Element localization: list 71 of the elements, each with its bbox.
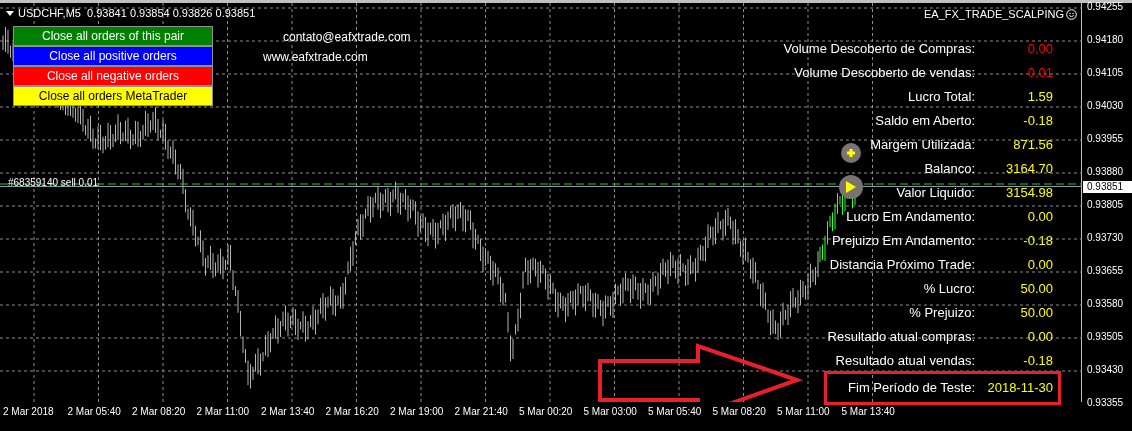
price-label: 0.93430 [1087, 365, 1124, 375]
stat-label: Valor Liquido: [896, 185, 975, 201]
time-label: 5 Mar 11:00 [777, 405, 830, 419]
website-address: www.eafxtrade.com [263, 49, 368, 66]
price-label: 0.94105 [1087, 68, 1124, 78]
smiley-icon [1066, 8, 1077, 20]
close-orders-button[interactable]: Close all negative orders [13, 66, 213, 86]
stat-label: Balanco: [924, 161, 975, 177]
order-label: #68359140 sell 0.01 [8, 176, 99, 190]
stat-value: 0.00 [1026, 329, 1053, 345]
time-label: 2 Mar 08:20 [132, 405, 186, 419]
price-label: 0.93730 [1087, 233, 1124, 243]
price-label: 0.93580 [1087, 299, 1124, 309]
close-orders-button[interactable]: Close all positive orders [13, 46, 213, 66]
time-label: 5 Mar 13:40 [841, 405, 895, 419]
time-label: 2 Mar 13:40 [261, 405, 315, 419]
time-label: 2 Mar 05:40 [67, 405, 121, 419]
stat-value: -0.18 [1022, 113, 1053, 129]
stat-value: -0.18 [1022, 233, 1053, 249]
stat-value: 3164.70 [1005, 161, 1053, 177]
price-label: 0.93355 [1087, 398, 1124, 408]
expert-name: EA_FX_TRADE_SCALPING [924, 7, 1064, 22]
stat-value: 50.00 [1019, 305, 1053, 321]
stat-label: Prejuizo Em Andamento: [831, 233, 975, 249]
time-label: 5 Mar 00:20 [519, 405, 573, 419]
price-label: 0.93505 [1087, 332, 1124, 342]
price-label: 0.93880 [1087, 167, 1124, 177]
stat-value: 1.59 [1026, 89, 1053, 105]
stat-value: 0.00 [1026, 209, 1053, 225]
stat-label: Fim Período de Teste: [848, 380, 975, 396]
stat-label: Resultado atual vendas: [835, 353, 975, 369]
chart-header: USDCHF,M5 0.93841 0.93854 0.93826 0.93851 [18, 6, 256, 21]
stat-value: 3154.98 [1005, 185, 1053, 201]
stat-label: Lucro Em Andamento: [846, 209, 975, 225]
contact-email: contato@eafxtrade.com [283, 29, 411, 46]
stat-value: 50.00 [1019, 281, 1053, 297]
stat-label: Resultado atual compras: [827, 329, 975, 345]
price-label: 0.94255 [1087, 2, 1124, 12]
trade-marker-icon [839, 175, 863, 199]
trade-marker-icon [841, 143, 861, 163]
stat-value: 871.56 [1012, 137, 1053, 153]
price-label: 0.94180 [1087, 35, 1124, 45]
current-price-label: 0.93851 [1083, 181, 1132, 193]
time-label: 2 Mar 11:00 [196, 405, 250, 419]
price-label: 0.93805 [1087, 200, 1124, 210]
stat-label: Lucro Total: [908, 89, 975, 105]
stat-label: % Lucro: [923, 281, 975, 297]
time-label: 2 Mar 19:00 [390, 405, 444, 419]
close-orders-button[interactable]: Close all orders MetaTrader [13, 86, 213, 106]
time-label: 2 Mar 2018 [3, 405, 54, 419]
time-label: 5 Mar 03:00 [583, 405, 637, 419]
dropdown-icon[interactable] [6, 10, 14, 16]
time-label: 5 Mar 05:40 [648, 405, 702, 419]
stat-label: Saldo em Aberto: [875, 113, 975, 129]
stat-value: -0.18 [1022, 353, 1053, 369]
stat-value: 0.00 [1026, 257, 1053, 273]
stat-label: Volume Descoberto de vendas: [794, 65, 975, 81]
price-label: 0.93955 [1087, 134, 1124, 144]
time-label: 2 Mar 16:20 [325, 405, 379, 419]
stat-label: Volume Descoberto de Compras: [783, 41, 975, 57]
price-label: 0.93655 [1087, 266, 1124, 276]
price-label: 0.94030 [1087, 101, 1124, 111]
stat-value: 2018-11-30 [986, 380, 1053, 396]
stat-label: % Prejuizo: [909, 305, 975, 321]
time-label: 5 Mar 08:20 [712, 405, 766, 419]
stat-value: 0.01 [1026, 65, 1053, 81]
stat-value: 0.00 [1026, 41, 1053, 57]
time-label: 2 Mar 21:40 [454, 405, 508, 419]
stat-label: Margem Utilizada: [870, 137, 975, 153]
stat-label: Distancia Próximo Trade: [829, 257, 975, 273]
close-orders-button[interactable]: Close all orders of this pair [13, 26, 213, 46]
